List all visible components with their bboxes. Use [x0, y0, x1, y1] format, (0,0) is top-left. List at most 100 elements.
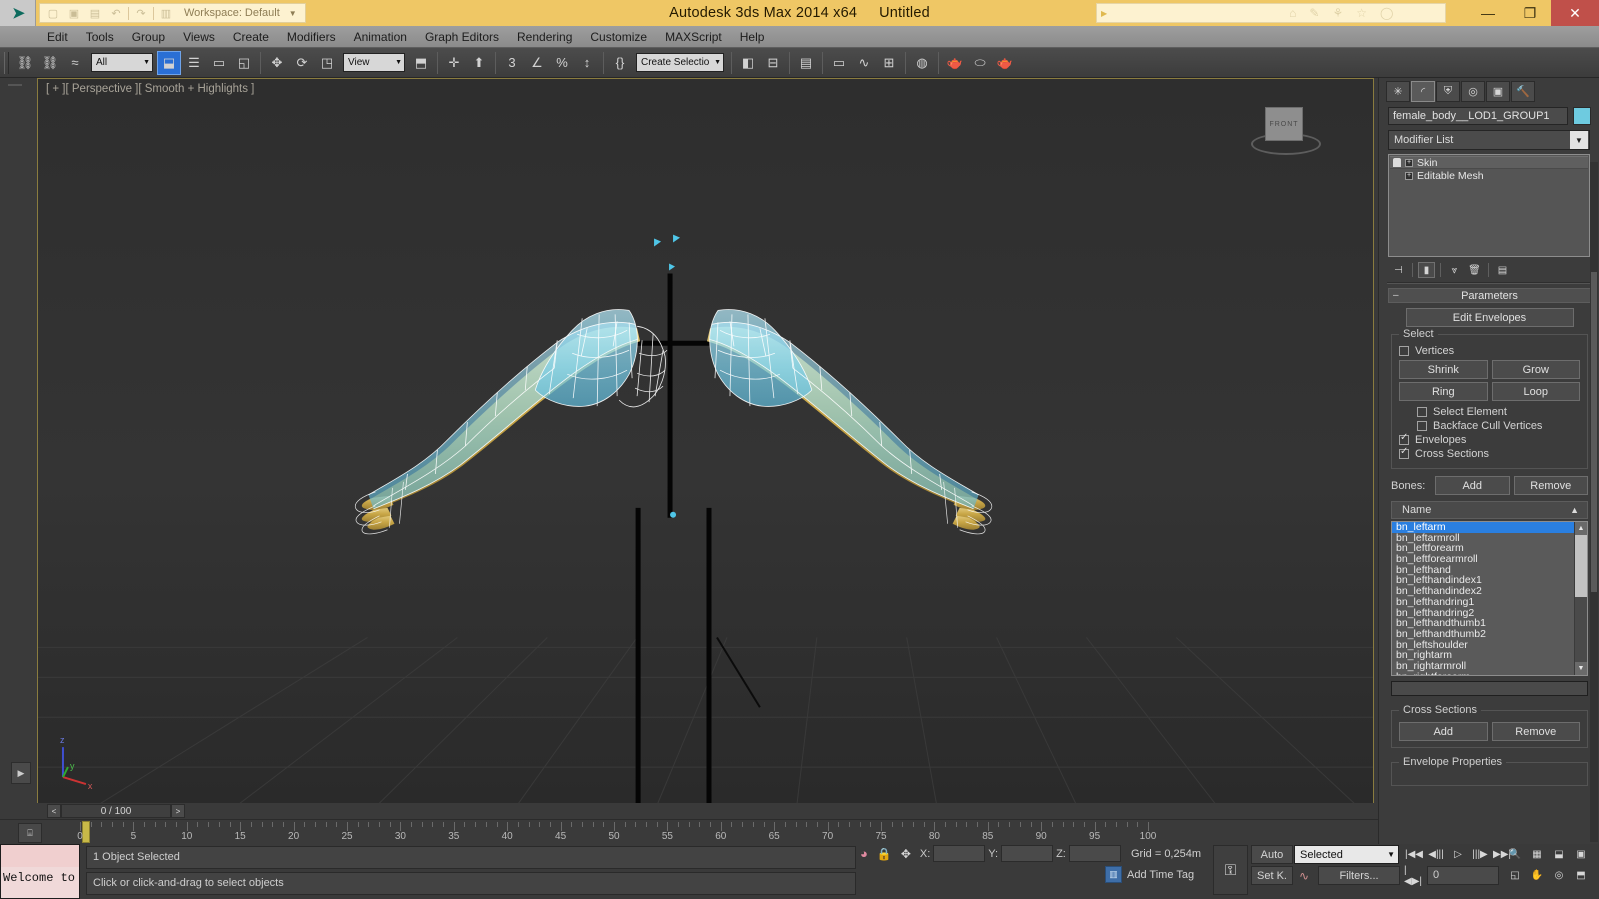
key-filter-dropdown[interactable]: Selected ▼ — [1294, 845, 1399, 864]
menu-views[interactable]: Views — [174, 28, 224, 46]
bone-list[interactable]: bn_leftarm bn_leftarmroll bn_leftforearm bn… — [1391, 521, 1588, 676]
grow-button[interactable]: Grow — [1491, 360, 1580, 379]
backface-cull-checkbox[interactable] — [1417, 421, 1427, 431]
render-setup-icon[interactable]: 🫖 — [943, 51, 967, 75]
expand-plus-icon[interactable]: + — [1405, 158, 1413, 167]
object-name-input[interactable]: female_body__LOD1_GROUP1 — [1388, 107, 1568, 125]
menu-animation[interactable]: Animation — [345, 28, 416, 46]
open-file-icon[interactable]: ▣ — [65, 5, 83, 22]
window-crossing-icon[interactable]: ◱ — [232, 51, 256, 75]
object-color-swatch[interactable] — [1573, 107, 1591, 125]
tab-create[interactable]: ✳ — [1386, 81, 1410, 102]
expand-panel-arrow-icon[interactable]: ▶ — [11, 762, 31, 784]
toolbar-grip[interactable] — [4, 51, 9, 74]
subscription-icon[interactable]: ⚘ — [1332, 6, 1343, 20]
menu-tools[interactable]: Tools — [77, 28, 123, 46]
orbit-icon[interactable]: ◎ — [1549, 866, 1569, 885]
modifier-stack[interactable]: + Skin + Editable Mesh — [1388, 154, 1590, 257]
angle-snap-toggle-icon[interactable]: ∠ — [525, 51, 549, 75]
bone-list-item[interactable]: bn_rightforearm — [1392, 671, 1574, 675]
zoom-extents-all-icon[interactable]: ▣ — [1571, 845, 1591, 864]
previous-frame-arrow-icon[interactable]: < — [47, 804, 61, 818]
project-folder-icon[interactable]: ▥ — [157, 5, 175, 22]
bone-list-header[interactable]: Name ▲ — [1391, 501, 1588, 519]
loop-button[interactable]: Loop — [1491, 382, 1580, 401]
envelopes-checkbox-row[interactable]: Envelopes — [1399, 432, 1580, 446]
edit-named-selection-sets-icon[interactable]: {} — [608, 51, 632, 75]
layer-manager-icon[interactable]: ▤ — [794, 51, 818, 75]
save-file-icon[interactable]: ▤ — [86, 5, 104, 22]
edit-envelopes-button[interactable]: Edit Envelopes — [1405, 308, 1574, 327]
bone-list-scrollbar[interactable]: ▲ ▼ — [1574, 522, 1587, 675]
rectangular-selection-region-icon[interactable]: ▭ — [207, 51, 231, 75]
coord-x-input[interactable] — [933, 845, 986, 862]
scroll-thumb[interactable] — [1575, 535, 1587, 597]
menu-help[interactable]: Help — [731, 28, 774, 46]
info-center-bar[interactable]: ▶ ⌂ ✎ ⚘ ☆ ◯ — [1096, 3, 1446, 23]
envelopes-checkbox[interactable] — [1399, 432, 1409, 445]
select-and-scale-icon[interactable]: ◳ — [315, 51, 339, 75]
sort-ascending-icon[interactable]: ▲ — [1570, 505, 1579, 515]
select-element-checkbox-row[interactable]: Select Element — [1417, 406, 1580, 418]
graphite-modeling-tools-icon[interactable]: ▭ — [827, 51, 851, 75]
select-and-link-icon[interactable]: ⛓ — [13, 51, 37, 75]
zoom-tool-icon[interactable]: 🔍 — [1505, 845, 1525, 864]
redo-icon[interactable]: ↷ — [132, 5, 150, 22]
tab-hierarchy[interactable]: ⛨ — [1436, 81, 1460, 102]
filters-button[interactable]: Filters... — [1318, 866, 1400, 885]
bones-add-button[interactable]: Add — [1435, 476, 1510, 495]
schematic-view-icon[interactable]: ⊞ — [877, 51, 901, 75]
select-and-move-icon[interactable]: ✥ — [265, 51, 289, 75]
key-mode-toggle[interactable]: ⚿ — [1213, 845, 1248, 895]
rendered-frame-window-icon[interactable]: ⬭ — [968, 51, 992, 75]
set-key-button[interactable]: Set K. — [1251, 866, 1293, 885]
tab-motion[interactable]: ◎ — [1461, 81, 1485, 102]
keyboard-shortcut-override-icon[interactable]: ⬆ — [467, 51, 491, 75]
coord-y-input[interactable] — [1001, 845, 1054, 862]
previous-frame-icon[interactable]: ◀||| — [1426, 845, 1446, 864]
add-time-tag-control[interactable]: ▥ Add Time Tag — [1105, 865, 1194, 884]
show-end-result-icon[interactable]: ▮ — [1418, 262, 1435, 278]
light-bulb-icon[interactable] — [1393, 158, 1401, 167]
menu-modifiers[interactable]: Modifiers — [278, 28, 345, 46]
selection-lock-icon[interactable]: 🔒 — [877, 847, 892, 861]
command-panel-scrollbar[interactable] — [1590, 162, 1598, 842]
reference-coordinate-dropdown[interactable]: View ▼ — [343, 53, 405, 72]
menu-edit[interactable]: Edit — [38, 28, 77, 46]
absolute-relative-mode-icon[interactable]: ✥ — [901, 847, 911, 861]
remove-modifier-icon[interactable]: 🗑 — [1466, 262, 1483, 278]
mirror-icon[interactable]: ◧ — [736, 51, 760, 75]
stack-item-editable-mesh[interactable]: + Editable Mesh — [1390, 169, 1588, 182]
cross-sections-checkbox-row[interactable]: Cross Sections — [1399, 446, 1580, 460]
tab-modify[interactable]: ◜ — [1411, 81, 1435, 102]
scroll-up-arrow-icon[interactable]: ▲ — [1575, 522, 1587, 535]
open-mini-curve-editor-icon[interactable]: ⌸ — [18, 823, 42, 843]
bone-list-item[interactable]: bn_lefthandring1 — [1392, 597, 1574, 608]
modifier-list-dropdown[interactable]: Modifier List ▼ — [1388, 130, 1590, 150]
bone-name-field[interactable] — [1391, 681, 1588, 696]
render-production-icon[interactable]: 🫖 — [993, 51, 1017, 75]
zoom-extents-icon[interactable]: ⬓ — [1549, 845, 1569, 864]
material-editor-icon[interactable]: ◍ — [910, 51, 934, 75]
stack-item-skin[interactable]: + Skin — [1390, 156, 1588, 169]
percent-snap-toggle-icon[interactable]: % — [550, 51, 574, 75]
vertices-checkbox-row[interactable]: Vertices — [1399, 345, 1580, 357]
perspective-viewport[interactable]: z y x [ + ][ Perspective ][ Smooth + Hig… — [37, 78, 1374, 806]
configure-modifier-sets-icon[interactable]: ▤ — [1494, 262, 1511, 278]
menu-graph-editors[interactable]: Graph Editors — [416, 28, 508, 46]
key-mode-nav-icon[interactable]: |◀▶| — [1404, 865, 1424, 887]
next-frame-arrow-icon[interactable]: > — [171, 804, 185, 818]
app-logo-button[interactable]: ➤ — [0, 0, 36, 26]
favorites-star-icon[interactable]: ☆ — [1356, 6, 1367, 20]
unlink-selection-icon[interactable]: ⛓ — [38, 51, 62, 75]
select-by-name-icon[interactable]: ☰ — [182, 51, 206, 75]
select-and-rotate-icon[interactable]: ⟳ — [290, 51, 314, 75]
maximize-button[interactable]: ❐ — [1509, 0, 1551, 26]
current-frame-display[interactable]: 0 / 100 — [61, 804, 171, 818]
panel-scroll-thumb[interactable] — [1591, 272, 1597, 592]
use-center-flyout-icon[interactable]: ⬒ — [409, 51, 433, 75]
selection-filter-dropdown[interactable]: All ▼ — [91, 53, 153, 72]
expand-plus-icon[interactable]: + — [1405, 171, 1413, 180]
menu-maxscript[interactable]: MAXScript — [656, 28, 731, 46]
view-cube[interactable]: FRONT — [1243, 99, 1333, 169]
